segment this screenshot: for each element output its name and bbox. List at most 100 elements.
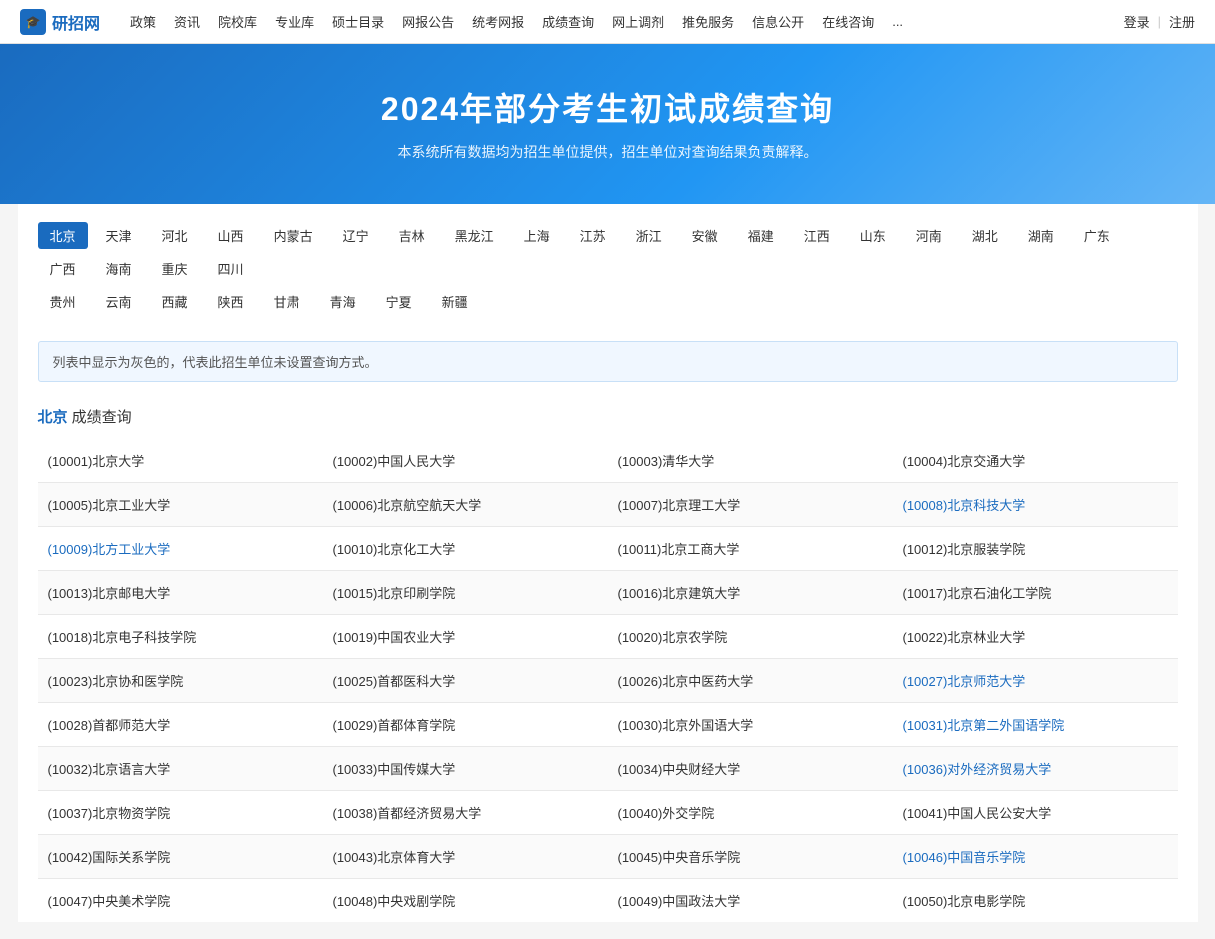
hero-banner: 2024年部分考生初试成绩查询 本系统所有数据均为招生单位提供，招生单位对查询结…	[0, 44, 1215, 204]
nav-link-网报公告[interactable]: 网报公告	[402, 12, 454, 31]
info-box: 列表中显示为灰色的，代表此招生单位未设置查询方式。	[38, 341, 1178, 382]
region-btn-湖南[interactable]: 湖南	[1016, 222, 1066, 249]
nav-link-硕士目录[interactable]: 硕士目录	[332, 12, 384, 31]
nav-link-成绩查询[interactable]: 成绩查询	[542, 12, 594, 31]
nav-link-专业库[interactable]: 专业库	[275, 12, 314, 31]
region-btn-贵州[interactable]: 贵州	[38, 288, 88, 315]
table-row: (10037)北京物资学院(10038)首都经济贸易大学(10040)外交学院(…	[38, 791, 1178, 835]
nav-link-信息公开[interactable]: 信息公开	[752, 12, 804, 31]
school-cell: (10026)北京中医药大学	[608, 659, 893, 703]
region-btn-河北[interactable]: 河北	[150, 222, 200, 249]
school-cell[interactable]: (10009)北方工业大学	[38, 527, 323, 571]
region-btn-广西[interactable]: 广西	[38, 255, 88, 282]
region-btn-江西[interactable]: 江西	[792, 222, 842, 249]
school-cell: (10029)首都体育学院	[323, 703, 608, 747]
region-btn-辽宁[interactable]: 辽宁	[331, 222, 381, 249]
school-cell[interactable]: (10046)中国音乐学院	[893, 835, 1178, 879]
school-cell: (10019)中国农业大学	[323, 615, 608, 659]
nav-link-政策[interactable]: 政策	[130, 12, 156, 31]
logo-icon: 🎓	[20, 9, 46, 35]
school-cell: (10007)北京理工大学	[608, 483, 893, 527]
region-btn-江苏[interactable]: 江苏	[568, 222, 618, 249]
region-btn-福建[interactable]: 福建	[736, 222, 786, 249]
school-cell: (10015)北京印刷学院	[323, 571, 608, 615]
nav-link-院校库[interactable]: 院校库	[218, 12, 257, 31]
school-cell: (10045)中央音乐学院	[608, 835, 893, 879]
region-btn-山东[interactable]: 山东	[848, 222, 898, 249]
region-btn-新疆[interactable]: 新疆	[430, 288, 480, 315]
school-cell: (10048)中央戏剧学院	[323, 879, 608, 923]
school-table: (10001)北京大学(10002)中国人民大学(10003)清华大学(1000…	[38, 439, 1178, 922]
school-cell: (10002)中国人民大学	[323, 439, 608, 483]
school-cell[interactable]: (10027)北京师范大学	[893, 659, 1178, 703]
school-cell: (10042)国际关系学院	[38, 835, 323, 879]
region-row-2: 贵州云南西藏陕西甘肃青海宁夏新疆	[38, 288, 1178, 315]
nav-link-推免服务[interactable]: 推免服务	[682, 12, 734, 31]
nav-link-网上调剂[interactable]: 网上调剂	[612, 12, 664, 31]
nav-link-...[interactable]: ...	[892, 14, 903, 29]
region-btn-甘肃[interactable]: 甘肃	[262, 288, 312, 315]
region-btn-上海[interactable]: 上海	[512, 222, 562, 249]
school-cell: (10022)北京林业大学	[893, 615, 1178, 659]
region-btn-陕西[interactable]: 陕西	[206, 288, 256, 315]
nav-link-在线咨询[interactable]: 在线咨询	[822, 12, 874, 31]
region-btn-北京[interactable]: 北京	[38, 222, 88, 249]
school-cell[interactable]: (10036)对外经济贸易大学	[893, 747, 1178, 791]
section-suffix: 成绩查询	[68, 409, 132, 426]
table-row: (10005)北京工业大学(10006)北京航空航天大学(10007)北京理工大…	[38, 483, 1178, 527]
school-cell: (10020)北京农学院	[608, 615, 893, 659]
site-logo[interactable]: 🎓 研招网	[20, 9, 100, 35]
region-btn-西藏[interactable]: 西藏	[150, 288, 200, 315]
region-btn-广东[interactable]: 广东	[1072, 222, 1122, 249]
main-content: 北京天津河北山西内蒙古辽宁吉林黑龙江上海江苏浙江安徽福建江西山东河南湖北湖南广东…	[18, 204, 1198, 922]
region-btn-湖北[interactable]: 湖北	[960, 222, 1010, 249]
region-btn-青海[interactable]: 青海	[318, 288, 368, 315]
school-cell: (10047)中央美术学院	[38, 879, 323, 923]
school-cell[interactable]: (10031)北京第二外国语学院	[893, 703, 1178, 747]
table-row: (10013)北京邮电大学(10015)北京印刷学院(10016)北京建筑大学(…	[38, 571, 1178, 615]
school-cell: (10003)清华大学	[608, 439, 893, 483]
nav-link-资讯[interactable]: 资讯	[174, 12, 200, 31]
nav-auth: 登录 | 注册	[1124, 12, 1195, 31]
school-cell: (10006)北京航空航天大学	[323, 483, 608, 527]
school-cell: (10043)北京体育大学	[323, 835, 608, 879]
region-btn-浙江[interactable]: 浙江	[624, 222, 674, 249]
info-text: 列表中显示为灰色的，代表此招生单位未设置查询方式。	[53, 355, 378, 370]
school-cell: (10040)外交学院	[608, 791, 893, 835]
region-btn-山西[interactable]: 山西	[206, 222, 256, 249]
table-row: (10023)北京协和医学院(10025)首都医科大学(10026)北京中医药大…	[38, 659, 1178, 703]
school-cell: (10017)北京石油化工学院	[893, 571, 1178, 615]
school-cell: (10005)北京工业大学	[38, 483, 323, 527]
region-btn-安徽[interactable]: 安徽	[680, 222, 730, 249]
region-row-1: 北京天津河北山西内蒙古辽宁吉林黑龙江上海江苏浙江安徽福建江西山东河南湖北湖南广东…	[38, 222, 1178, 282]
region-btn-河南[interactable]: 河南	[904, 222, 954, 249]
region-btn-重庆[interactable]: 重庆	[150, 255, 200, 282]
region-btn-宁夏[interactable]: 宁夏	[374, 288, 424, 315]
table-row: (10047)中央美术学院(10048)中央戏剧学院(10049)中国政法大学(…	[38, 879, 1178, 923]
nav-links: 政策资讯院校库专业库硕士目录网报公告统考网报成绩查询网上调剂推免服务信息公开在线…	[130, 12, 1124, 31]
school-cell: (10012)北京服装学院	[893, 527, 1178, 571]
school-cell: (10010)北京化工大学	[323, 527, 608, 571]
section-title: 北京 成绩查询	[38, 396, 1178, 439]
region-tabs: 北京天津河北山西内蒙古辽宁吉林黑龙江上海江苏浙江安徽福建江西山东河南湖北湖南广东…	[38, 204, 1178, 331]
login-link[interactable]: 登录	[1124, 12, 1150, 31]
region-btn-内蒙古[interactable]: 内蒙古	[262, 222, 325, 249]
region-btn-吉林[interactable]: 吉林	[387, 222, 437, 249]
school-cell: (10033)中国传媒大学	[323, 747, 608, 791]
auth-sep: |	[1158, 14, 1161, 29]
table-row: (10009)北方工业大学(10010)北京化工大学(10011)北京工商大学(…	[38, 527, 1178, 571]
region-btn-四川[interactable]: 四川	[206, 255, 256, 282]
region-btn-天津[interactable]: 天津	[94, 222, 144, 249]
hero-title: 2024年部分考生初试成绩查询	[20, 84, 1195, 130]
region-btn-黑龙江[interactable]: 黑龙江	[443, 222, 506, 249]
school-cell[interactable]: (10008)北京科技大学	[893, 483, 1178, 527]
region-btn-云南[interactable]: 云南	[94, 288, 144, 315]
region-btn-海南[interactable]: 海南	[94, 255, 144, 282]
school-cell: (10028)首都师范大学	[38, 703, 323, 747]
register-link[interactable]: 注册	[1169, 12, 1195, 31]
nav-link-统考网报[interactable]: 统考网报	[472, 12, 524, 31]
school-cell: (10030)北京外国语大学	[608, 703, 893, 747]
table-row: (10032)北京语言大学(10033)中国传媒大学(10034)中央财经大学(…	[38, 747, 1178, 791]
school-cell: (10016)北京建筑大学	[608, 571, 893, 615]
table-row: (10042)国际关系学院(10043)北京体育大学(10045)中央音乐学院(…	[38, 835, 1178, 879]
